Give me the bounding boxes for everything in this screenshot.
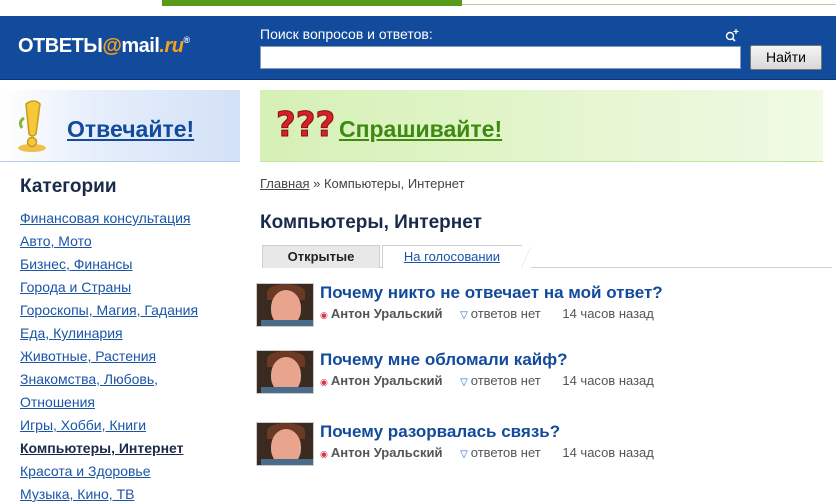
category-link[interactable]: Музыка, Кино, ТВ [20,486,134,502]
tab-open[interactable]: Открытые [262,245,380,268]
answer-count: ответов нет [470,373,541,388]
category-item[interactable]: Животные, Растения [20,345,198,368]
search-button[interactable]: Найти [750,45,822,70]
svg-text:???: ??? [276,105,334,144]
question-item: Почему мне обломали кайф? ◉ Антон Уральск… [256,350,826,396]
question-item: Почему разорвалась связь? ◉ Антон Уральск… [256,422,826,468]
site-logo[interactable]: ОТВЕТЫ@mail.ru® [18,35,190,58]
question-author[interactable]: Антон Уральский [331,373,443,388]
question-meta: ◉ Антон Уральский ▽ ответов нет 14 часов н… [320,445,654,460]
search-label: Поиск вопросов и ответов: [260,26,433,42]
categories-heading: Категории [20,176,117,197]
category-link[interactable]: Знакомства, Любовь, [20,371,158,387]
header: ОТВЕТЫ@mail.ru® Поиск вопросов и ответов… [0,16,836,80]
question-time: 14 часов назад [562,373,654,388]
answer-banner[interactable]: Отвечайте! [0,90,240,162]
top-strip [0,0,836,16]
category-link[interactable]: Финансовая консультация [20,210,191,226]
answers-bubble-icon: ▽ [460,310,468,321]
answer-link[interactable]: Отвечайте! [67,116,194,143]
breadcrumb-separator: » [313,176,321,191]
tab-voting-label[interactable]: На голосовании [404,249,500,264]
top-divider [462,4,836,5]
breadcrumb: Главная » Компьютеры, Интернет [260,176,465,191]
exclamation-icon [14,98,54,152]
search-input[interactable] [260,46,741,69]
category-item[interactable]: Бизнес, Финансы [20,253,198,276]
ask-banner[interactable]: ??? Спрашивайте! [260,90,823,162]
category-item[interactable]: Музыка, Кино, ТВ [20,483,198,503]
category-item[interactable]: Отношения [20,391,198,414]
logo-text-ru: .ru [159,35,184,57]
tab-edge [521,246,531,269]
user-status-icon: ◉ [320,310,328,320]
question-author[interactable]: Антон Уральский [331,445,443,460]
logo-text-otvety: ОТВЕТЫ [18,35,103,57]
ask-link[interactable]: Спрашивайте! [339,116,502,143]
logo-text-mail: mail [121,35,160,57]
question-author[interactable]: Антон Уральский [331,306,443,321]
category-item[interactable]: Игры, Хобби, Книги [20,414,198,437]
category-item[interactable]: Гороскопы, Магия, Гадания [20,299,198,322]
category-link[interactable]: Бизнес, Финансы [20,256,133,272]
logo-registered: ® [183,35,190,45]
tab-voting[interactable]: На голосовании [382,245,531,269]
breadcrumb-current: Компьютеры, Интернет [323,176,465,191]
category-link[interactable]: Города и Страны [20,279,131,295]
question-marks-icon: ??? [276,104,336,146]
top-ad-bar [162,0,462,6]
category-item[interactable]: Знакомства, Любовь, [20,368,198,391]
user-status-icon: ◉ [320,377,328,387]
advanced-search-icon[interactable] [724,28,740,42]
answers-bubble-icon: ▽ [460,377,468,388]
category-item[interactable]: Финансовая консультация [20,207,198,230]
avatar[interactable] [256,422,314,466]
category-item[interactable]: Еда, Кулинария [20,322,198,345]
page-title: Компьютеры, Интернет [260,212,482,233]
category-item-active[interactable]: Компьютеры, Интернет [20,437,198,460]
question-time: 14 часов назад [562,445,654,460]
avatar[interactable] [256,283,314,327]
categories-list: Финансовая консультация Авто, Мото Бизне… [20,207,198,503]
question-item: Почему никто не отвечает на мой ответ? ◉… [256,283,826,329]
logo-at: @ [102,35,122,57]
user-status-icon: ◉ [320,449,328,459]
category-link[interactable]: Гороскопы, Магия, Гадания [20,302,198,318]
answers-bubble-icon: ▽ [460,449,468,460]
category-link[interactable]: Игры, Хобби, Книги [20,417,146,433]
avatar[interactable] [256,350,314,394]
category-link[interactable]: Животные, Растения [20,348,156,364]
category-item[interactable]: Авто, Мото [20,230,198,253]
category-item[interactable]: Города и Страны [20,276,198,299]
answer-count: ответов нет [470,306,541,321]
category-link-active[interactable]: Компьютеры, Интернет [20,440,184,456]
category-link[interactable]: Еда, Кулинария [20,325,123,341]
question-title-link[interactable]: Почему никто не отвечает на мой ответ? [320,283,663,303]
breadcrumb-home[interactable]: Главная [260,176,309,191]
question-title-link[interactable]: Почему мне обломали кайф? [320,350,567,370]
question-title-link[interactable]: Почему разорвалась связь? [320,422,560,442]
answer-count: ответов нет [470,445,541,460]
category-link[interactable]: Отношения [20,394,95,410]
category-item[interactable]: Красота и Здоровье [20,460,198,483]
question-tabs: Открытые На голосовании [262,245,832,269]
category-link[interactable]: Авто, Мото [20,233,92,249]
category-link[interactable]: Красота и Здоровье [20,463,151,479]
question-meta: ◉ Антон Уральский ▽ ответов нет 14 часов н… [320,306,654,321]
question-time: 14 часов назад [562,306,654,321]
question-meta: ◉ Антон Уральский ▽ ответов нет 14 часов н… [320,373,654,388]
